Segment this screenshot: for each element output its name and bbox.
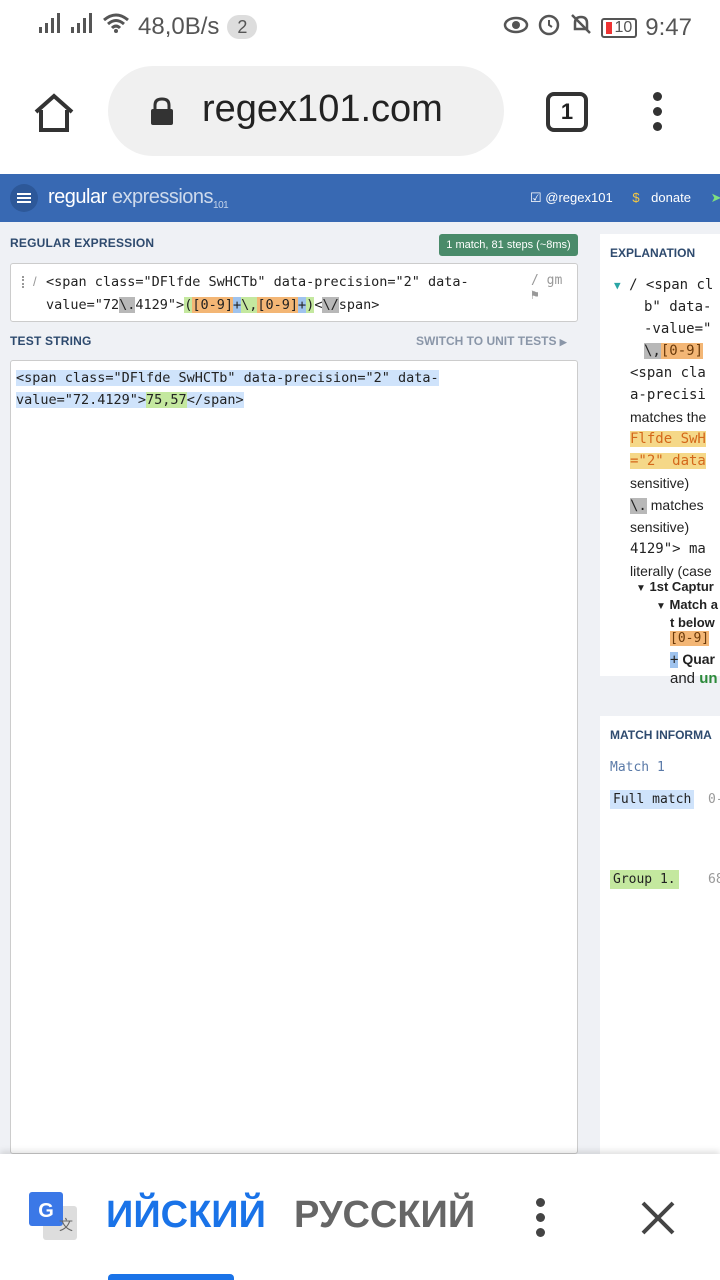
donate-link[interactable]: $ donate bbox=[632, 190, 699, 205]
svg-text:G: G bbox=[38, 1200, 54, 1222]
flag-icon: ⚑ bbox=[531, 288, 539, 303]
twitter-link[interactable]: ☑ @regex101 bbox=[530, 190, 621, 205]
explanation-content: ▼ / <span cl b" data- -value=" \,[0-9] <… bbox=[614, 277, 718, 668]
browser-toolbar: regex101.com 1 bbox=[0, 50, 720, 174]
home-icon[interactable] bbox=[30, 90, 78, 138]
switch-unit-tests-link[interactable]: SWITCH TO UNIT TESTS ▶ bbox=[416, 334, 567, 348]
regex-text: <span class="DFlfde SwHCTb" data-precisi… bbox=[46, 274, 469, 313]
mute-bell-icon bbox=[569, 12, 593, 43]
source-language-tab[interactable]: ИЙСКИЙ bbox=[106, 1194, 266, 1237]
tab-switcher-button[interactable]: 1 bbox=[546, 92, 588, 132]
regex-delimiter: / bbox=[33, 274, 37, 289]
url-text: regex101.com bbox=[202, 88, 443, 130]
lock-icon bbox=[148, 96, 176, 126]
close-icon[interactable] bbox=[638, 1198, 678, 1238]
test-string-title: TEST STRING bbox=[10, 334, 92, 348]
site-logo[interactable]: regular expressions101 bbox=[48, 186, 229, 211]
network-speed: 48,0B/s bbox=[138, 12, 220, 40]
expand-caret-icon: ▼ bbox=[614, 279, 621, 292]
full-match-range: 0- bbox=[708, 792, 720, 807]
translate-menu-icon[interactable] bbox=[533, 1198, 547, 1238]
regex-section-title: REGULAR EXPRESSION bbox=[10, 236, 155, 250]
explanation-panel: EXPLANATION ▼ / <span cl b" data- -value… bbox=[600, 234, 720, 676]
test-string-text: <span class="DFlfde SwHCTb" data-precisi… bbox=[16, 370, 439, 408]
full-match-label: Full match bbox=[610, 790, 695, 809]
match-label: Match 1 bbox=[610, 760, 665, 775]
hamburger-menu-icon[interactable] bbox=[10, 184, 38, 212]
translate-bar: G文 ИЙСКИЙ РУССКИЙ bbox=[0, 1154, 720, 1280]
svg-text:文: 文 bbox=[59, 1218, 73, 1234]
eye-icon bbox=[503, 14, 529, 42]
signal-icon-2 bbox=[70, 12, 94, 41]
notification-count-badge: 2 bbox=[227, 14, 258, 39]
contact-link[interactable]: ➤ co bbox=[711, 190, 720, 205]
match-info-title: MATCH INFORMA bbox=[610, 728, 712, 742]
wifi-icon bbox=[102, 12, 130, 41]
clock-time: 9:47 bbox=[645, 13, 692, 41]
group1-label: Group 1. bbox=[610, 870, 679, 889]
target-language-tab[interactable]: РУССКИЙ bbox=[294, 1194, 475, 1237]
regex-flags[interactable]: / gm ⚑ bbox=[531, 273, 577, 303]
selected-tab-indicator bbox=[108, 1274, 234, 1280]
test-string-input[interactable]: <span class="DFlfde SwHCTb" data-precisi… bbox=[10, 360, 578, 1154]
status-bar: 48,0B/s 2 10 9:47 bbox=[0, 0, 720, 50]
match-information-panel: MATCH INFORMA Match 1 Full match 0- Grou… bbox=[600, 716, 720, 1156]
grip-icon bbox=[22, 276, 25, 288]
battery-icon: 10 bbox=[601, 17, 638, 38]
caret-right-icon: ▶ bbox=[559, 337, 567, 347]
google-translate-icon: G文 bbox=[29, 1192, 79, 1242]
match-info-badge: 1 match, 81 steps (~8ms) bbox=[439, 234, 578, 256]
header-links: ☑ @regex101 $ donate ➤ co bbox=[530, 190, 720, 206]
explanation-last-line: and un bbox=[670, 670, 718, 687]
signal-icon bbox=[38, 12, 62, 41]
address-bar[interactable]: regex101.com bbox=[108, 66, 504, 156]
browser-menu-icon[interactable] bbox=[650, 92, 664, 132]
alarm-icon bbox=[537, 12, 561, 43]
group1-range: 68 bbox=[708, 872, 720, 887]
site-header: regular expressions101 ☑ @regex101 $ don… bbox=[0, 174, 720, 222]
regex-input[interactable]: / <span class="DFlfde SwHCTb" data-preci… bbox=[10, 263, 578, 322]
